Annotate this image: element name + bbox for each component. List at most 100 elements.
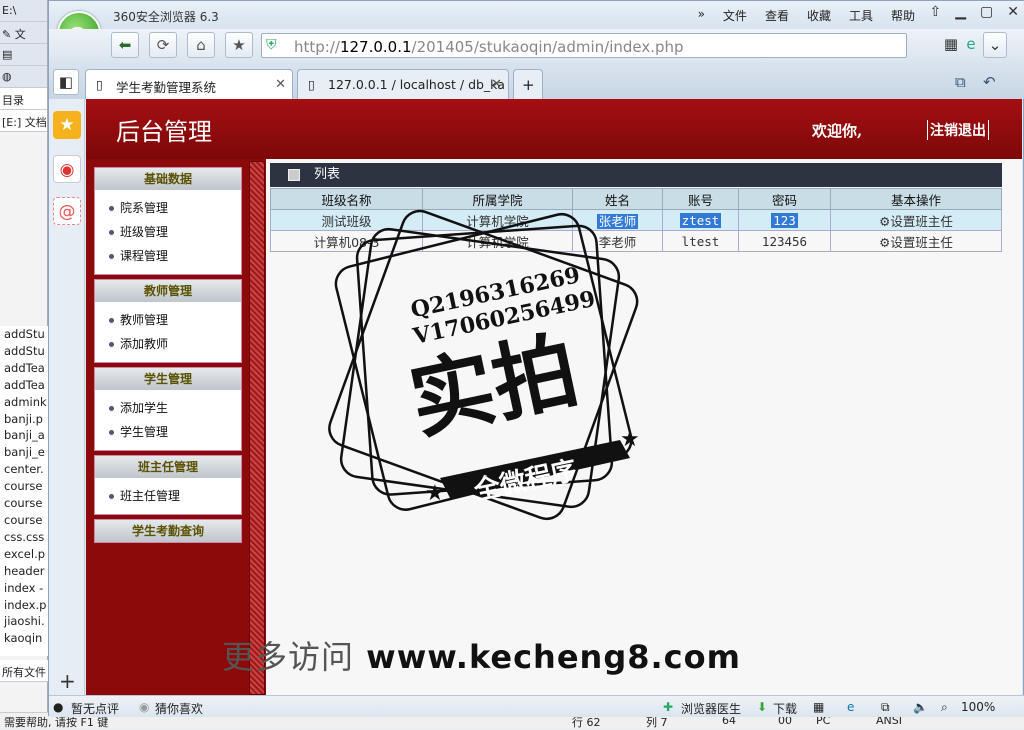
menu-favorites[interactable]: 收藏 bbox=[807, 7, 831, 24]
nav-item-add-teacher[interactable]: 添加教师 bbox=[95, 332, 241, 356]
address-url: http://127.0.0.1/201405/stukaoqin/admin/… bbox=[294, 38, 684, 56]
email-icon[interactable]: @ bbox=[53, 197, 81, 225]
nav-group-title[interactable]: 学生管理 bbox=[95, 368, 241, 390]
set-head-teacher-link[interactable]: 设置班主任 bbox=[890, 235, 953, 250]
close-button[interactable]: ✕ bbox=[1007, 4, 1019, 20]
tab-phpmyadmin[interactable]: ▯ 127.0.0.1 / localhost / db_ka ✕ bbox=[297, 69, 509, 99]
tab-close-icon[interactable]: ✕ bbox=[275, 77, 286, 92]
nav-item-teacher-manage[interactable]: 教师管理 bbox=[95, 308, 241, 332]
comment-icon[interactable]: ● bbox=[53, 700, 63, 714]
background-path-label[interactable]: [E:] 文档 bbox=[0, 110, 47, 132]
restore-tab-icon[interactable]: ⧉ bbox=[955, 73, 966, 91]
favorite-star-button[interactable]: ★ bbox=[225, 32, 253, 58]
cell-college: 计算机学院 bbox=[422, 230, 573, 252]
nav-item-head-teacher-manage[interactable]: 班主任管理 bbox=[95, 484, 241, 508]
address-bar[interactable]: ⛨ http://127.0.0.1/201405/stukaoqin/admi… bbox=[261, 33, 907, 58]
comment-status[interactable]: 暂无点评 bbox=[71, 700, 119, 717]
nav-item-class[interactable]: 班级管理 bbox=[95, 220, 241, 244]
background-file-item[interactable]: index - bbox=[4, 580, 48, 597]
minimize-button[interactable]: ▁ bbox=[955, 4, 966, 20]
mode-icon[interactable]: ▦ bbox=[813, 700, 824, 714]
zoom-icon[interactable]: ⌕ bbox=[941, 700, 948, 715]
background-file-item[interactable]: addTea bbox=[4, 377, 48, 394]
doctor-icon[interactable]: ✚ bbox=[663, 700, 673, 714]
menu-tools[interactable]: 工具 bbox=[849, 7, 873, 24]
nav-item-department[interactable]: 院系管理 bbox=[95, 196, 241, 220]
background-file-item[interactable]: center. bbox=[4, 461, 48, 478]
download-label[interactable]: 下载 bbox=[773, 700, 797, 717]
guess-like[interactable]: 猜你喜欢 bbox=[155, 700, 203, 717]
background-file-item[interactable]: banji_a bbox=[4, 427, 48, 444]
cell-name-text: 张老师 bbox=[596, 213, 639, 229]
logout-link[interactable]: 注销退出 bbox=[927, 120, 989, 140]
background-file-item[interactable]: banji.p bbox=[4, 411, 48, 428]
background-file-item[interactable]: jiaoshi. bbox=[4, 613, 48, 630]
background-panel-tab[interactable]: 目录 bbox=[0, 88, 47, 110]
cell-password: 123456 bbox=[738, 230, 831, 252]
shield-icon[interactable]: ⛨ bbox=[266, 37, 277, 53]
menu-file[interactable]: 文件 bbox=[723, 7, 747, 24]
new-tab-button[interactable]: + bbox=[513, 69, 543, 99]
background-file-item[interactable]: addTea bbox=[4, 360, 48, 377]
download-icon[interactable]: ⬇ bbox=[757, 700, 767, 714]
background-file-item[interactable]: excel.p bbox=[4, 546, 48, 563]
sidebar-toggle-icon[interactable]: ◧ bbox=[53, 69, 79, 95]
maximize-button[interactable]: ▢ bbox=[980, 4, 993, 20]
background-file-item[interactable]: css.css bbox=[4, 529, 48, 546]
pencil-icon[interactable]: ✎ bbox=[2, 28, 11, 41]
nav-group-title[interactable]: 班主任管理 bbox=[95, 456, 241, 478]
home-button[interactable]: ⌂ bbox=[187, 32, 215, 58]
left-panel-scrollbar[interactable] bbox=[249, 161, 265, 695]
nav-group-title[interactable]: 基础数据 bbox=[95, 168, 241, 190]
background-file-item[interactable]: kaoqin bbox=[4, 630, 48, 647]
welcome-text: 欢迎你, bbox=[812, 122, 863, 140]
nav-item-add-student[interactable]: 添加学生 bbox=[95, 396, 241, 420]
new-file-icon[interactable]: ▤ bbox=[2, 48, 12, 61]
skin-icon[interactable]: ⇧ bbox=[930, 4, 942, 20]
tab-student-attendance[interactable]: ▯ 学生考勤管理系统 ✕ bbox=[85, 69, 293, 99]
weibo-icon[interactable]: ◉ bbox=[53, 155, 81, 183]
background-file-item[interactable]: index.p bbox=[4, 597, 48, 614]
nav-group-title[interactable]: 教师管理 bbox=[95, 280, 241, 302]
background-file-item[interactable]: addStu bbox=[4, 343, 48, 360]
ie-mode-icon[interactable]: e bbox=[961, 32, 981, 58]
nav-item-course[interactable]: 课程管理 bbox=[95, 244, 241, 268]
tab-close-icon[interactable]: ✕ bbox=[491, 77, 502, 92]
globe-icon[interactable]: ◍ bbox=[2, 70, 12, 83]
undo-close-icon[interactable]: ↶ bbox=[983, 73, 996, 91]
window-icon[interactable]: ⧉ bbox=[881, 700, 890, 715]
table-row[interactable]: 测试班级 计算机学院 张老师 ztest 123 ⚙设置班主任 bbox=[270, 209, 1002, 231]
background-file-item[interactable]: banji_e bbox=[4, 444, 48, 461]
add-sidebar-icon[interactable]: + bbox=[59, 669, 76, 693]
cell-actions: ⚙设置班主任 bbox=[830, 230, 1002, 252]
ie-icon[interactable]: e bbox=[847, 700, 854, 714]
background-filter[interactable]: 所有文件 bbox=[0, 660, 48, 682]
menu-arrow-icon[interactable]: » bbox=[698, 7, 705, 24]
nav-item-student-manage[interactable]: 学生管理 bbox=[95, 420, 241, 444]
refresh-button[interactable]: ⟳ bbox=[149, 32, 177, 58]
qrcode-icon[interactable]: ▦ bbox=[941, 32, 961, 58]
set-icon: ⚙ bbox=[879, 213, 891, 229]
background-window: E:\ ✎ 文 ▤ ◍ 目录 [E:] 文档 addStu addStu addTe… bbox=[0, 0, 48, 729]
head-teacher-table: 班级名称 所属学院 姓名 账号 密码 基本操作 测试班级 计算机学院 张老师 z… bbox=[270, 188, 1002, 252]
zoom-level[interactable]: 100% bbox=[961, 700, 995, 714]
favorites-star-icon[interactable]: ★ bbox=[53, 111, 81, 139]
menu-help[interactable]: 帮助 bbox=[891, 7, 915, 24]
background-file-item[interactable]: header bbox=[4, 563, 48, 580]
background-file-item[interactable]: course bbox=[4, 512, 48, 529]
cell-class-name: 测试班级 bbox=[270, 209, 423, 231]
guess-icon[interactable]: ◉ bbox=[139, 700, 149, 714]
background-file-item[interactable]: course bbox=[4, 495, 48, 512]
volume-icon[interactable]: 🔈 bbox=[913, 700, 928, 714]
set-head-teacher-link[interactable]: 设置班主任 bbox=[890, 214, 953, 229]
background-file-item[interactable]: course bbox=[4, 478, 48, 495]
browser-doctor[interactable]: 浏览器医生 bbox=[681, 700, 741, 717]
nav-group-title[interactable]: 学生考勤查询 bbox=[95, 520, 241, 542]
table-row[interactable]: 计算机08-3 计算机学院 李老师 ltest 123456 ⚙设置班主任 bbox=[270, 230, 1002, 252]
back-button[interactable]: ⬅ bbox=[111, 32, 139, 58]
address-dropdown-button[interactable]: ⌄ bbox=[983, 32, 1007, 58]
background-file-item[interactable]: addStu bbox=[4, 326, 48, 343]
menu-view[interactable]: 查看 bbox=[765, 7, 789, 24]
background-file-item[interactable]: admink bbox=[4, 394, 48, 411]
browser-window: 360安全浏览器 6.3 » 文件 查看 收藏 工具 帮助 ⇧ ▁ ▢ ✕ e … bbox=[48, 0, 1024, 717]
